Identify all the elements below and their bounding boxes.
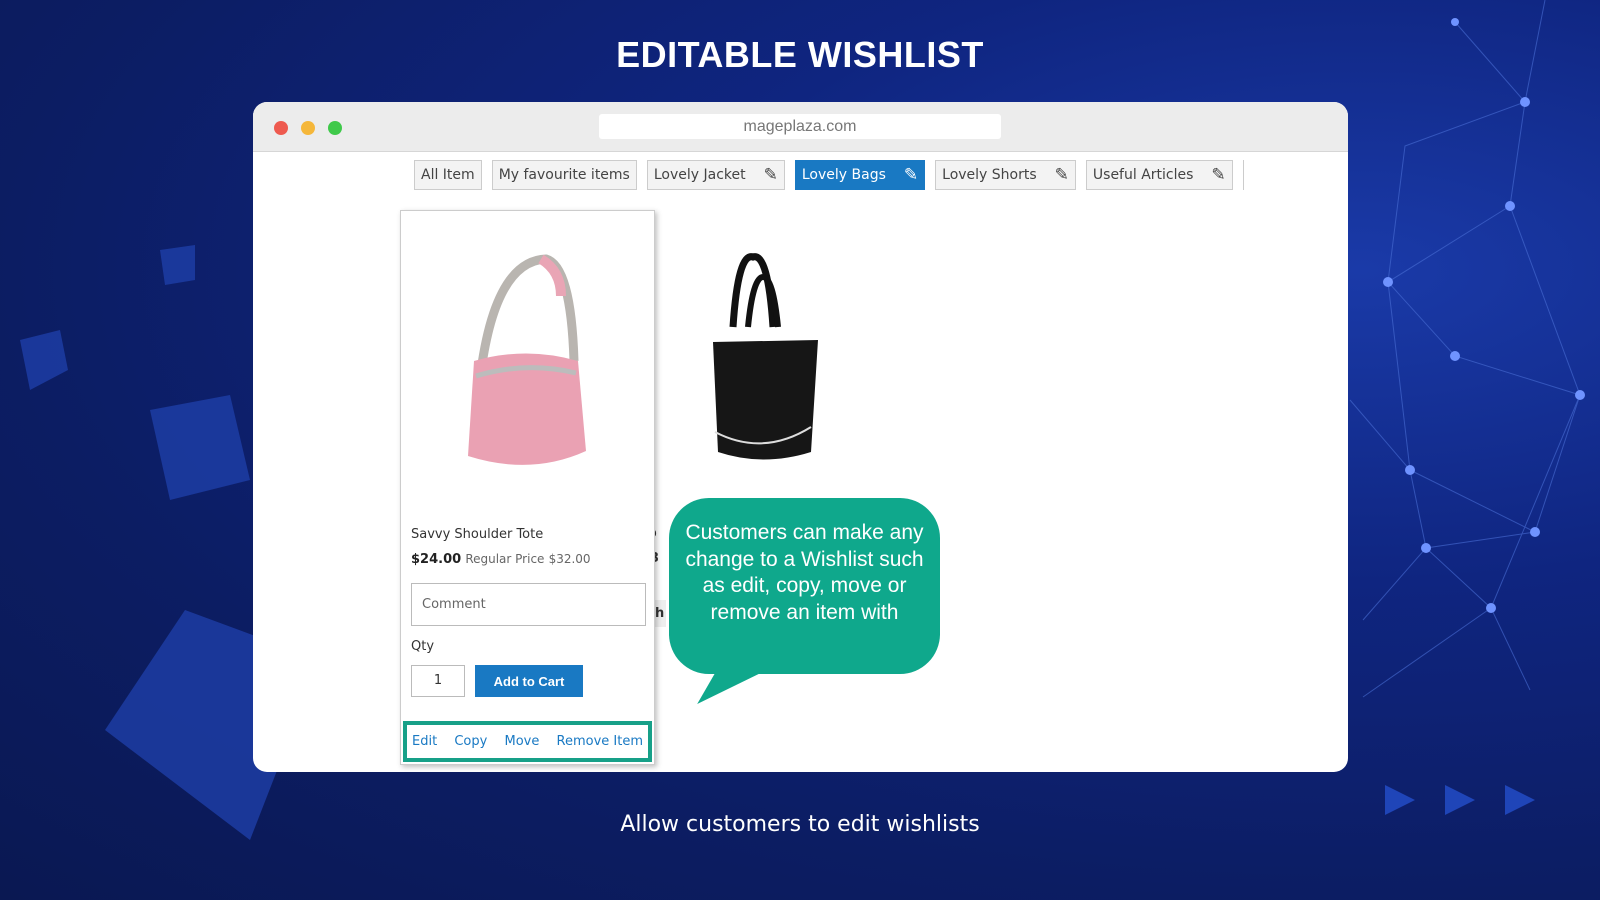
address-bar[interactable]: mageplaza.com xyxy=(599,114,1001,139)
browser-window: mageplaza.com All Item My favourite item… xyxy=(253,102,1348,772)
minimize-window-button[interactable] xyxy=(301,121,315,135)
callout-tail xyxy=(697,670,767,704)
tab-label: My favourite items xyxy=(498,167,630,183)
edit-link[interactable]: Edit xyxy=(412,734,437,749)
browser-titlebar: mageplaza.com xyxy=(253,102,1348,152)
wishlist-item-card: Savvy Shoulder Tote $24.00 Regular Price… xyxy=(400,210,655,765)
tab-label: Useful Articles xyxy=(1092,167,1194,183)
copy-link[interactable]: Copy xyxy=(454,734,487,749)
edit-icon[interactable]: ✎ xyxy=(1211,165,1225,185)
tab-lovely-bags[interactable]: Lovely Bags ✎ xyxy=(794,160,926,190)
page-subtitle: Allow customers to edit wishlists xyxy=(620,812,980,837)
final-price: $24.00 xyxy=(411,552,462,567)
tab-lovely-jacket[interactable]: Lovely Jacket ✎ xyxy=(646,160,785,190)
tab-label: Lovely Jacket xyxy=(653,167,746,183)
comment-textarea[interactable]: Comment xyxy=(411,583,646,626)
callout-bubble: Customers can make any change to a Wishl… xyxy=(669,498,940,674)
item-actions: Edit Copy Move Remove Item xyxy=(403,721,652,762)
regular-price-label: Regular Price xyxy=(465,552,545,566)
edit-icon[interactable]: ✎ xyxy=(1055,165,1069,185)
edit-icon[interactable]: ✎ xyxy=(904,165,918,185)
tab-my-favourite-items[interactable]: My favourite items xyxy=(491,160,637,190)
qty-label: Qty xyxy=(411,639,435,654)
item-name[interactable]: Savvy Shoulder Tote xyxy=(411,527,543,542)
black-tote-image[interactable] xyxy=(693,252,833,472)
wishlist-tabs: All Item My favourite items Lovely Jacke… xyxy=(414,160,1244,190)
item-price: $24.00 Regular Price $32.00 xyxy=(411,552,591,567)
close-window-button[interactable] xyxy=(274,121,288,135)
tab-label: All Item xyxy=(421,167,475,183)
pink-tote-image[interactable] xyxy=(456,251,596,481)
tab-useful-articles[interactable]: Useful Articles ✎ xyxy=(1085,160,1233,190)
tab-label: Lovely Shorts xyxy=(942,167,1037,183)
move-link[interactable]: Move xyxy=(504,734,539,749)
page-heading: EDITABLE WISHLIST xyxy=(616,34,984,75)
edit-icon[interactable]: ✎ xyxy=(764,165,778,185)
remove-item-link[interactable]: Remove Item xyxy=(557,734,643,749)
tab-all-item[interactable]: All Item xyxy=(414,160,482,190)
tab-label: Lovely Bags xyxy=(801,167,886,183)
maximize-window-button[interactable] xyxy=(328,121,342,135)
divider xyxy=(1242,160,1244,190)
qty-input[interactable]: 1 xyxy=(411,665,465,697)
add-to-cart-button[interactable]: Add to Cart xyxy=(475,665,583,697)
tab-lovely-shorts[interactable]: Lovely Shorts ✎ xyxy=(935,160,1076,190)
regular-price: $32.00 xyxy=(548,552,591,566)
